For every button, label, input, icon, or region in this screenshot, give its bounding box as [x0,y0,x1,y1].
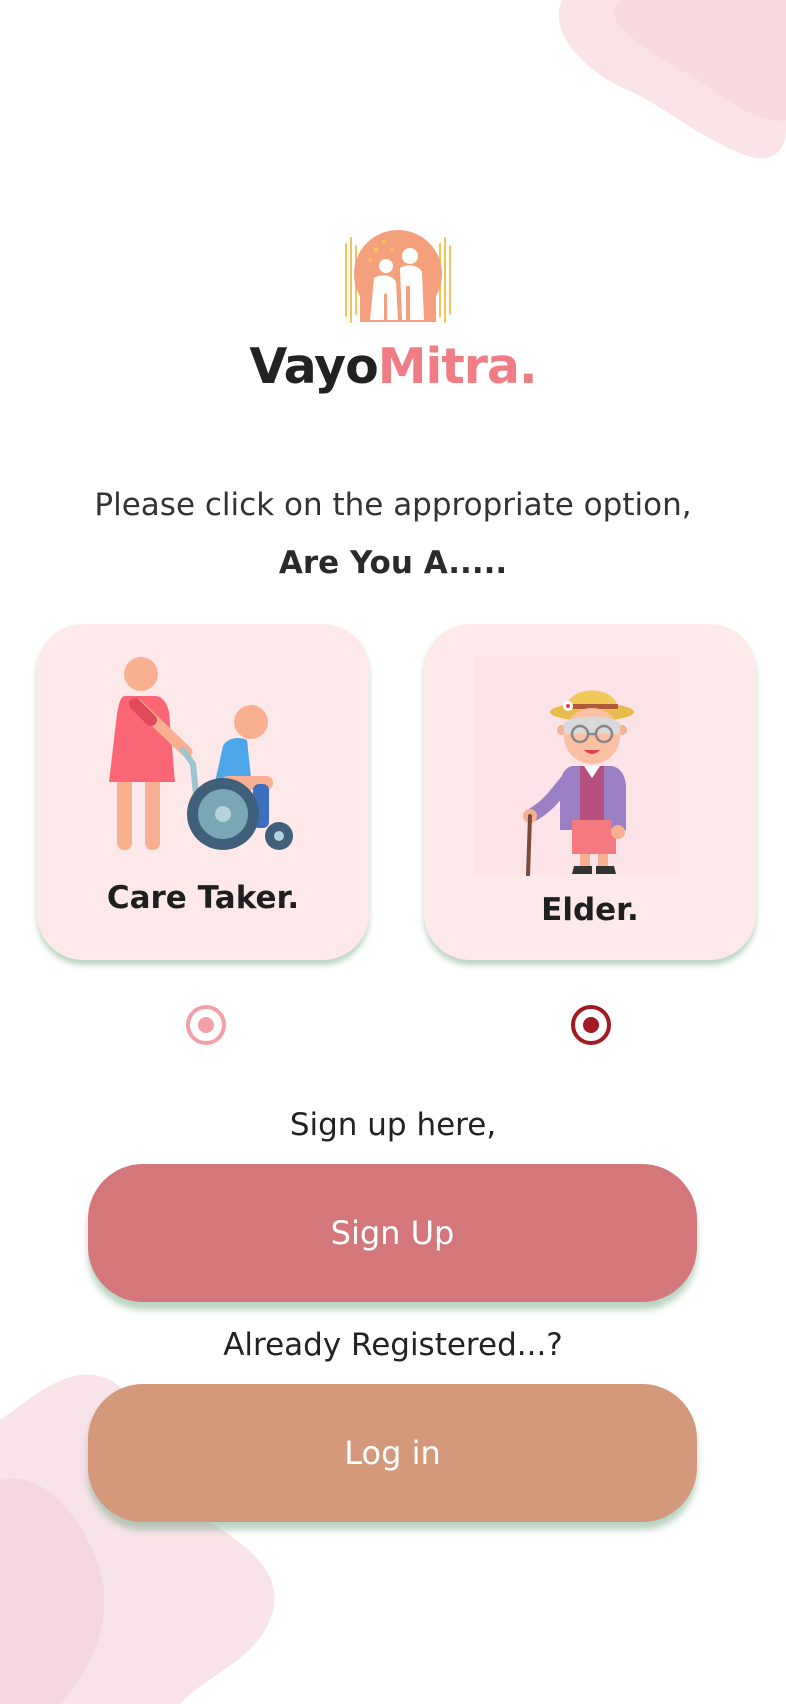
elder-radio-dot [583,1017,599,1033]
decorative-watercolor-top [558,0,786,159]
role-card-elder[interactable]: Elder. [424,624,756,960]
caretaker-radio[interactable] [186,1005,226,1045]
signup-button[interactable]: Sign Up [88,1164,697,1302]
vayomitra-logo-icon [345,230,451,323]
elder-illustration-icon [474,656,680,876]
already-registered-hint: Already Registered...? [223,1327,563,1363]
elder-radio[interactable] [571,1005,611,1045]
selection-prompt: Please click on the appropriate option, [94,487,692,523]
brand-name-part2: Mitra. [377,338,538,395]
brand-name-part1: Vayo [249,338,378,395]
brand-title: VayoMitra. [0,336,786,398]
login-button[interactable]: Log in [88,1384,697,1522]
signup-hint: Sign up here, [289,1107,497,1143]
role-question: Are You A..... [278,545,508,581]
role-card-caretaker[interactable]: Care Taker. [37,624,369,960]
elder-label: Elder. [541,892,639,928]
caretaker-radio-dot [198,1017,214,1033]
caretaker-label: Care Taker. [106,880,300,916]
caretaker-illustration-icon [109,657,293,850]
